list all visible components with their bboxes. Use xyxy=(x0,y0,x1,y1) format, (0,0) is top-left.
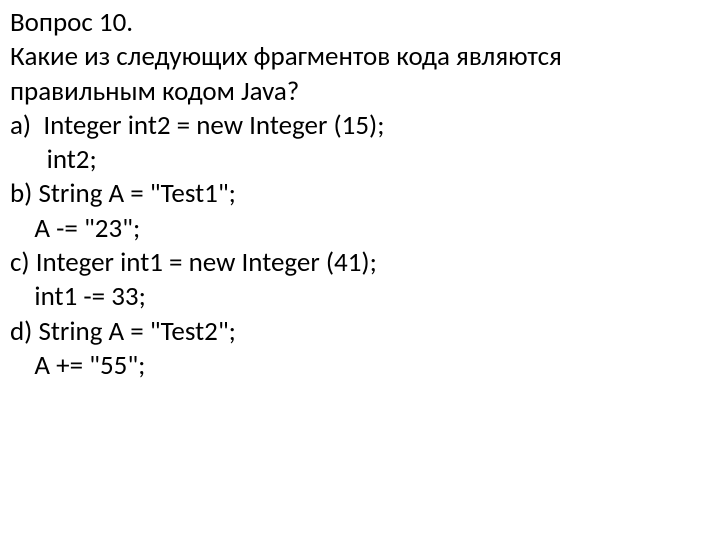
option-b-line-2: A -= "23"; xyxy=(10,212,710,246)
option-c-line-1: c) Integer int1 = new Integer (41); xyxy=(10,246,710,280)
option-b-line-1: b) String A = "Test1"; xyxy=(10,177,710,211)
option-a-line-1: a) Integer int2 = new Integer (15); xyxy=(10,109,710,143)
option-c-line-2: int1 -= 33; xyxy=(10,280,710,314)
option-a-line-2: int2; xyxy=(10,143,710,177)
option-d-line-2: A += "55"; xyxy=(10,349,710,383)
option-d-line-1: d) String A = "Test2"; xyxy=(10,315,710,349)
question-number: Вопрос 10. xyxy=(10,6,710,40)
question-text-line-2: правильным кодом Java? xyxy=(10,75,710,109)
question-text-line-1: Какие из следующих фрагментов кода являю… xyxy=(10,40,710,74)
